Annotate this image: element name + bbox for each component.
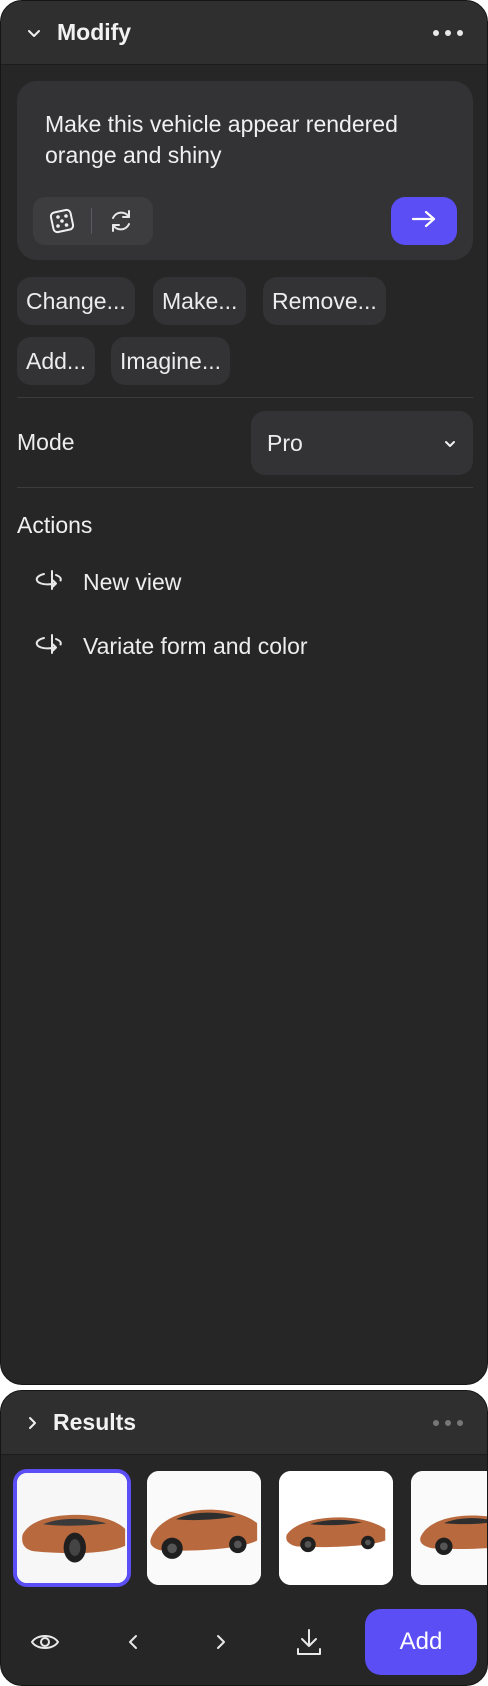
car-image [147, 1471, 261, 1585]
add-button[interactable]: Add [365, 1609, 477, 1675]
car-image [279, 1471, 393, 1585]
chevron-right-icon[interactable] [23, 1414, 41, 1432]
actions-title: Actions [17, 512, 93, 538]
send-button[interactable] [391, 197, 457, 245]
results-panel: Results Add [0, 1390, 488, 1686]
refresh-icon[interactable] [92, 197, 150, 245]
results-thumbnails [13, 1467, 487, 1591]
action-new-view[interactable]: New view [33, 562, 181, 602]
orbit-icon [33, 628, 65, 665]
chevron-down-icon [443, 430, 457, 457]
arrow-right-icon [411, 209, 437, 234]
result-thumbnail[interactable] [409, 1469, 487, 1587]
chevron-left-icon[interactable] [117, 1626, 149, 1658]
action-label: Variate form and color [83, 632, 308, 659]
chip-make[interactable]: Make... [153, 277, 247, 325]
car-image [17, 1473, 127, 1583]
prompt-input[interactable]: Make this vehicle appear rendered orange… [45, 109, 455, 171]
more-icon[interactable] [433, 1419, 463, 1426]
chevron-down-icon[interactable] [25, 24, 43, 42]
mode-select[interactable]: Pro [251, 411, 473, 475]
result-thumbnail[interactable] [277, 1469, 395, 1587]
prompt-tools [33, 197, 153, 245]
action-label: New view [83, 568, 182, 595]
chevron-right-icon[interactable] [205, 1626, 237, 1658]
car-image [411, 1471, 487, 1585]
mode-label: Mode [17, 429, 75, 455]
results-toolbar: Add [1, 1609, 487, 1675]
chip-add[interactable]: Add... [17, 337, 96, 385]
chip-remove[interactable]: Remove... [263, 277, 386, 325]
modify-panel: Modify Make this vehicle appear rendered… [0, 0, 488, 1385]
modify-header[interactable]: Modify [1, 1, 487, 65]
more-icon[interactable] [433, 29, 463, 36]
result-thumbnail[interactable] [13, 1469, 131, 1587]
results-title: Results [53, 1409, 137, 1435]
modify-title: Modify [57, 19, 132, 45]
chip-change[interactable]: Change... [17, 277, 135, 325]
mode-value: Pro [267, 429, 303, 456]
orbit-icon [33, 564, 65, 601]
divider [17, 487, 473, 488]
action-variate-form-color[interactable]: Variate form and color [33, 626, 308, 666]
download-icon[interactable] [293, 1626, 325, 1658]
prompt-box[interactable]: Make this vehicle appear rendered orange… [17, 81, 473, 260]
divider [17, 397, 473, 398]
chip-imagine[interactable]: Imagine... [111, 337, 230, 385]
dice-icon[interactable] [33, 197, 91, 245]
results-header[interactable]: Results [1, 1391, 487, 1455]
result-thumbnail[interactable] [145, 1469, 263, 1587]
eye-icon[interactable] [29, 1626, 61, 1658]
